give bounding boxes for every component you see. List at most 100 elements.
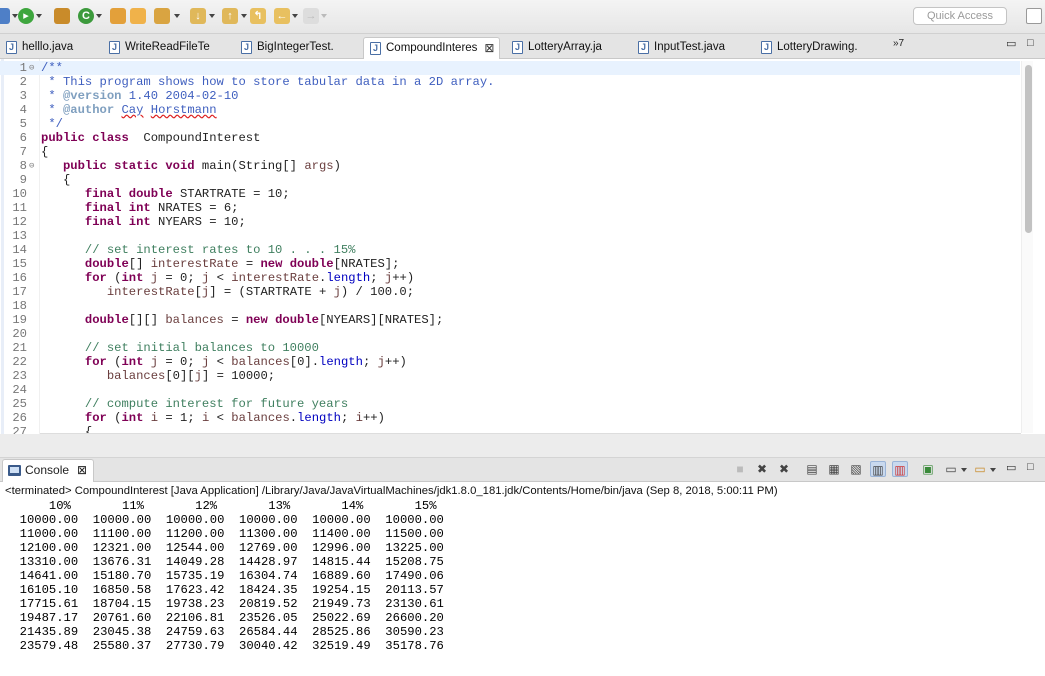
last-edit-icon[interactable]: ↰ <box>250 8 266 24</box>
tab-lotterydrawing[interactable]: J LotteryDrawing. <box>755 37 858 59</box>
chevron-down-icon[interactable] <box>174 14 180 18</box>
code-line[interactable]: 11 final int NRATES = 6; <box>0 201 1020 215</box>
open-console-icon[interactable]: ▭ <box>972 461 988 477</box>
tab-lotteryarray[interactable]: J LotteryArray.ja <box>506 37 602 59</box>
minimize-icon[interactable]: ▭ <box>1006 461 1016 474</box>
tab-console[interactable]: Console ⊠ <box>2 459 95 482</box>
tab-compoundinterest[interactable]: J CompoundInteres ⊠ <box>363 37 501 59</box>
run-icon[interactable]: ▸ <box>18 8 34 24</box>
code-text: { <box>41 145 49 159</box>
code-line[interactable]: 12 final int NYEARS = 10; <box>0 215 1020 229</box>
console-output-line: 23579.48 25580.37 27730.79 30040.42 3251… <box>5 639 444 653</box>
tab-inputtest[interactable]: J InputTest.java <box>632 37 725 59</box>
minimize-icon[interactable]: ▭ <box>1006 37 1016 50</box>
code-line[interactable]: 4 * @author Cay Horstmann <box>0 103 1020 117</box>
code-line[interactable]: 13 <box>0 229 1020 243</box>
prev-annotation-icon[interactable]: ↑ <box>222 8 238 24</box>
tab-label: WriteReadFileTe <box>125 41 210 53</box>
open-type-icon[interactable] <box>110 8 126 24</box>
code-line[interactable]: 16 for (int j = 0; j < interestRate.leng… <box>0 271 1020 285</box>
search-icon[interactable] <box>154 8 170 24</box>
code-line[interactable]: 17 interestRate[j] = (STARTRATE + j) / 1… <box>0 285 1020 299</box>
show-on-stderr-icon[interactable]: ▥ <box>892 461 908 477</box>
maximize-icon[interactable]: □ <box>1027 37 1034 49</box>
code-line[interactable]: 9 { <box>0 173 1020 187</box>
clear-console-icon[interactable]: ▤ <box>804 461 820 477</box>
code-line[interactable]: 10 final double STARTRATE = 10; <box>0 187 1020 201</box>
chevron-down-icon[interactable] <box>36 14 42 18</box>
console-output-line: 21435.89 23045.38 24759.63 26584.44 2852… <box>5 625 444 639</box>
chevron-down-icon[interactable] <box>990 468 996 472</box>
code-line[interactable]: 24 <box>0 383 1020 397</box>
console-text: 10% 11% 12% 13% 14% 15% 10000.00 10000.0… <box>5 499 444 653</box>
maximize-icon[interactable]: □ <box>1027 461 1034 473</box>
back-icon[interactable]: ← <box>274 8 290 24</box>
code-line[interactable]: 18 <box>0 299 1020 313</box>
show-on-stdout-icon[interactable]: ▥ <box>870 461 886 477</box>
word-wrap-icon[interactable]: ▧ <box>848 461 864 477</box>
tab-helllo[interactable]: J helllo.java <box>0 37 73 59</box>
remove-launch-icon[interactable]: ✖ <box>754 461 770 477</box>
remove-all-launches-icon[interactable]: ✖ <box>776 461 792 477</box>
code-line[interactable]: 22 for (int j = 0; j < balances[0].lengt… <box>0 355 1020 369</box>
code-line[interactable]: 6 public class CompoundInterest <box>0 131 1020 145</box>
open-folder-icon[interactable] <box>130 8 146 24</box>
code-text: for (int i = 1; i < balances.length; i++… <box>84 411 385 425</box>
fold-toggle-icon[interactable]: ⊖ <box>29 61 34 75</box>
tab-writereadfile[interactable]: J WriteReadFileTe <box>103 37 210 59</box>
close-icon[interactable]: ⊠ <box>77 460 87 481</box>
code-text: * @author Cay Horstmann <box>41 103 217 117</box>
code-line[interactable]: 23 balances[0][j] = 10000; <box>0 369 1020 383</box>
perspective-icon[interactable] <box>1026 8 1042 24</box>
code-editor[interactable]: 1 ⊖/** 2 * This program shows how to store… <box>0 59 1045 434</box>
line-number: 15 <box>12 257 27 271</box>
code-line[interactable]: 21 // set initial balances to 10000 <box>0 341 1020 355</box>
code-line[interactable]: 7{ <box>0 145 1020 159</box>
quick-access-input[interactable]: Quick Access <box>913 7 1007 25</box>
code-line[interactable]: 19 double[][] balances = new double[NYEA… <box>0 313 1020 327</box>
editor-vertical-scrollbar[interactable] <box>1021 61 1033 433</box>
tab-biginteger[interactable]: J BigIntegerTest. <box>235 37 334 59</box>
tab-overflow-button[interactable]: »7 <box>893 38 904 49</box>
line-number: 20 <box>12 327 27 341</box>
code-line[interactable]: 5 */ <box>0 117 1020 131</box>
line-number: 26 <box>12 411 27 425</box>
chevron-down-icon[interactable] <box>292 14 298 18</box>
code-text: for (int j = 0; j < interestRate.length;… <box>84 271 415 285</box>
fold-toggle-icon[interactable]: ⊖ <box>29 159 34 173</box>
scroll-lock-icon[interactable]: ▦ <box>826 461 842 477</box>
code-text: double[][] balances = new double[NYEARS]… <box>84 313 444 327</box>
next-annotation-icon[interactable]: ↓ <box>190 8 206 24</box>
chevron-down-icon[interactable] <box>96 14 102 18</box>
console-output-line: 11000.00 11100.00 11200.00 11300.00 1140… <box>5 527 444 541</box>
code-line[interactable]: 1 ⊖ /** <box>0 61 1020 75</box>
close-icon[interactable]: ⊠ <box>484 38 494 58</box>
code-line[interactable]: 15 double[] interestRate = new double[NR… <box>0 257 1020 271</box>
line-number: 16 <box>12 271 27 285</box>
forward-icon[interactable]: → <box>303 8 319 24</box>
new-package-icon[interactable] <box>54 8 70 24</box>
debug-icon[interactable] <box>0 8 10 24</box>
code-line[interactable]: 2 * This program shows how to store tabu… <box>0 75 1020 89</box>
code-text: { <box>41 173 71 187</box>
code-line[interactable]: 8 ⊖ public static void main(String[] args… <box>0 159 1020 173</box>
code-line[interactable]: 20 <box>0 327 1020 341</box>
chevron-down-icon[interactable] <box>961 468 967 472</box>
code-line[interactable]: 14 // set interest rates to 10 . . . 15% <box>0 243 1020 257</box>
view-splitter[interactable] <box>0 434 1045 458</box>
chevron-down-icon[interactable] <box>209 14 215 18</box>
terminate-icon: ■ <box>736 462 744 476</box>
display-console-icon[interactable]: ▭ <box>943 461 959 477</box>
code-line[interactable]: 26 for (int i = 1; i < balances.length; … <box>0 411 1020 425</box>
code-line[interactable]: 3 * @version 1.40 2004-02-10 <box>0 89 1020 103</box>
pin-console-icon[interactable]: ▣ <box>920 461 936 477</box>
code-text: interestRate[j] = (STARTRATE + j) / 100.… <box>106 285 415 299</box>
code-text: final double STARTRATE = 10; <box>84 187 290 201</box>
code-line[interactable]: 25 // compute interest for future years <box>0 397 1020 411</box>
chevron-down-icon[interactable] <box>241 14 247 18</box>
console-output-line: 19487.17 20761.60 22106.81 23526.05 2502… <box>5 611 444 625</box>
scrollbar-thumb[interactable] <box>1025 65 1032 233</box>
new-class-icon[interactable]: C <box>78 8 94 24</box>
line-number: 22 <box>12 355 27 369</box>
console-output[interactable]: <terminated> CompoundInterest [Java Appl… <box>0 482 1045 676</box>
